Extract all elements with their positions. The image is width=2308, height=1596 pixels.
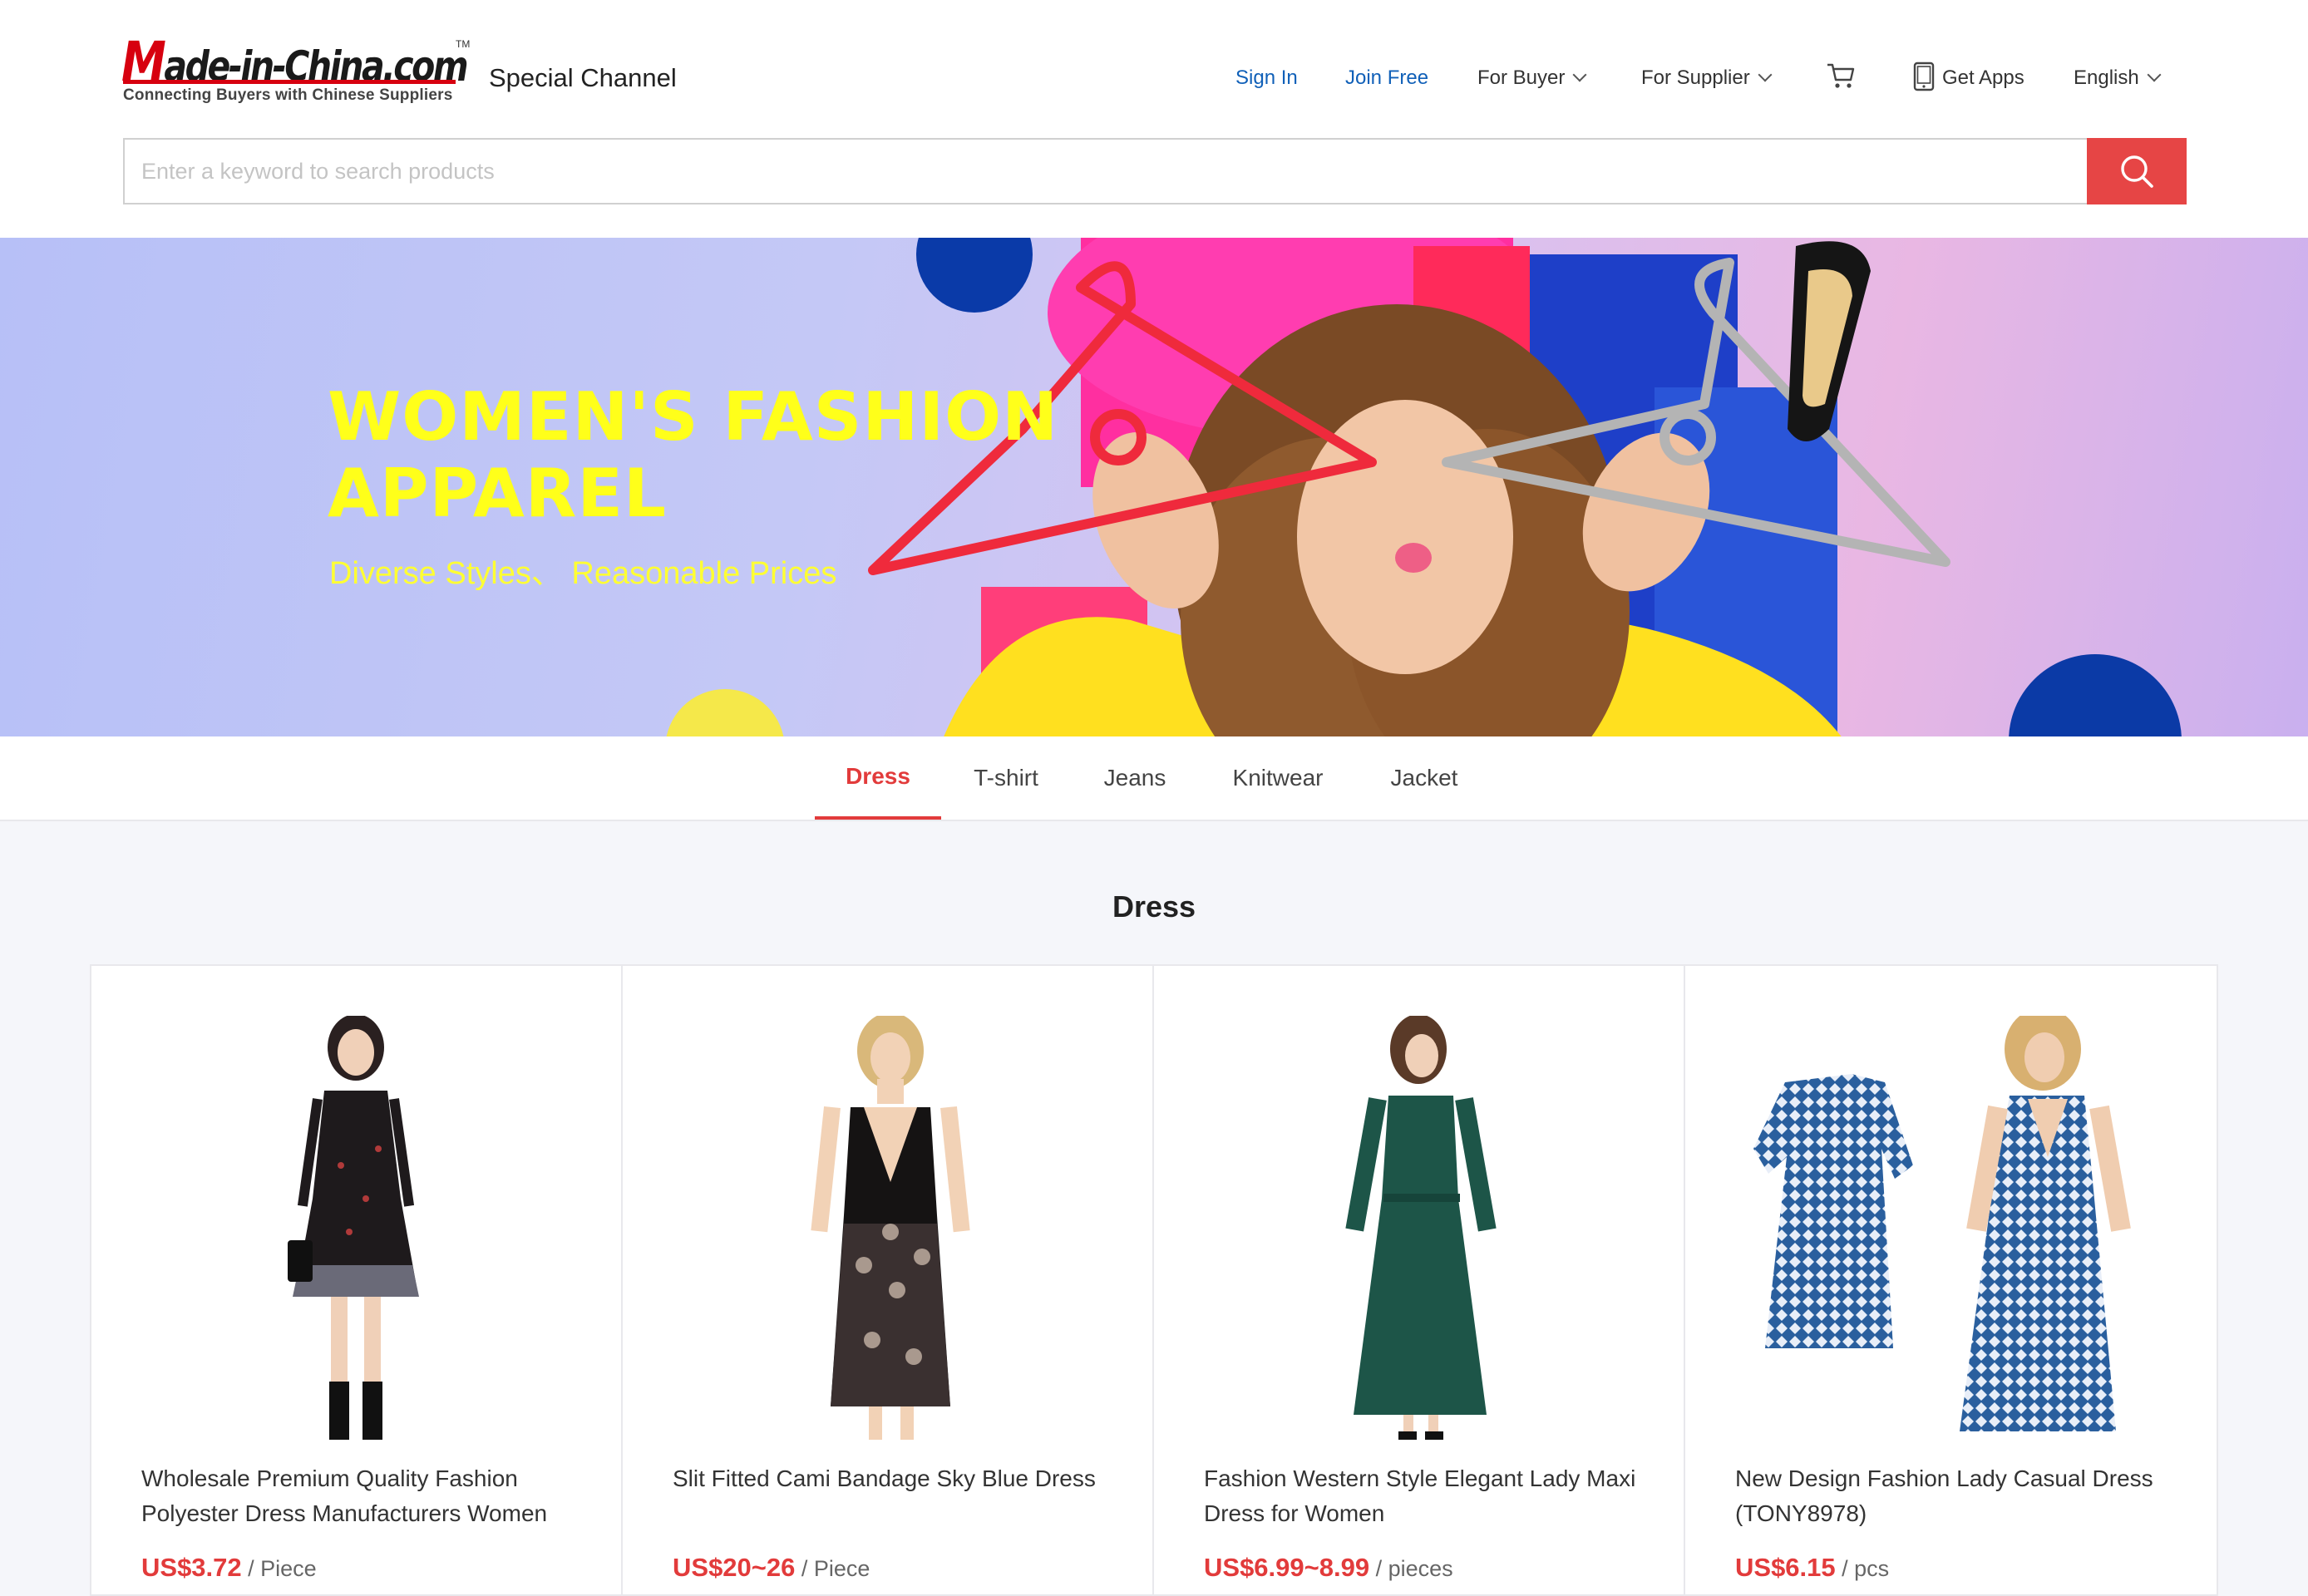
product-price-row: US$6.15 / pcs <box>1735 1553 1889 1583</box>
join-free-link[interactable]: Join Free <box>1345 63 1428 93</box>
product-image[interactable] <box>1204 1016 1636 1448</box>
for-buyer-label: For Buyer <box>1477 66 1566 89</box>
tab-jeans[interactable]: Jeans <box>1089 736 1181 820</box>
chevron-down-icon <box>1758 67 1773 82</box>
for-supplier-label: For Supplier <box>1641 66 1750 89</box>
tab-knitwear[interactable]: Knitwear <box>1219 736 1337 820</box>
language-label: English <box>2074 66 2139 89</box>
join-free-label: Join Free <box>1345 66 1429 89</box>
product-price-row: US$6.99~8.99 / pieces <box>1204 1553 1453 1583</box>
category-tabs: Dress T-shirt Jeans Knitwear Jacket <box>0 736 2308 821</box>
for-supplier-menu[interactable]: For Supplier <box>1641 63 1773 93</box>
product-unit: / pcs <box>1842 1556 1890 1581</box>
logo-wordmark: Made-in-China.com <box>121 30 469 94</box>
site-logo[interactable]: Made-in-China.com TM Connecting Buyers w… <box>121 30 474 110</box>
product-price-row: US$20~26 / Piece <box>673 1553 870 1583</box>
product-card[interactable]: Wholesale Premium Quality Fashion Polyes… <box>91 966 623 1594</box>
product-price: US$6.15 <box>1735 1553 1836 1582</box>
search-bar <box>123 138 2187 204</box>
mobile-phone-icon <box>1913 62 1935 91</box>
product-name[interactable]: Fashion Western Style Elegant Lady Maxi … <box>1204 1461 1653 1531</box>
product-unit: / pieces <box>1375 1556 1453 1581</box>
sign-in-link[interactable]: Sign In <box>1235 63 1298 93</box>
product-unit: / Piece <box>801 1556 870 1581</box>
product-name[interactable]: New Design Fashion Lady Casual Dress (TO… <box>1735 1461 2184 1531</box>
product-grid: Wholesale Premium Quality Fashion Polyes… <box>90 964 2218 1596</box>
banner-title-line1: WOMEN'S FASHION <box>328 378 1059 456</box>
product-name[interactable]: Wholesale Premium Quality Fashion Polyes… <box>141 1461 590 1531</box>
sign-in-label: Sign In <box>1235 66 1298 89</box>
product-unit: / Piece <box>248 1556 317 1581</box>
search-icon <box>2121 155 2153 188</box>
cart-icon[interactable] <box>1826 62 1856 90</box>
product-image[interactable] <box>1735 1016 2167 1448</box>
hero-banner[interactable]: WOMEN'S FASHION APPAREL Diverse Styles、 … <box>0 238 2308 736</box>
section-title: Dress <box>1112 889 1196 924</box>
product-card[interactable]: New Design Fashion Lady Casual Dress (TO… <box>1685 966 2217 1594</box>
logo-trademark: TM <box>456 38 471 50</box>
logo-underline <box>123 80 456 84</box>
get-apps-label: Get Apps <box>1942 66 2024 89</box>
tab-t-shirt[interactable]: T-shirt <box>956 736 1056 820</box>
chevron-down-icon <box>2147 67 2162 82</box>
product-price: US$3.72 <box>141 1553 242 1582</box>
for-buyer-menu[interactable]: For Buyer <box>1477 63 1587 93</box>
banner-title: WOMEN'S FASHION APPAREL <box>328 379 1058 532</box>
search-button[interactable] <box>2087 138 2187 204</box>
tab-jacket[interactable]: Jacket <box>1377 736 1472 820</box>
product-image[interactable] <box>673 1016 1105 1448</box>
site-header: Made-in-China.com TM Connecting Buyers w… <box>0 0 2308 238</box>
tab-dress[interactable]: Dress <box>815 736 941 820</box>
logo-tagline: Connecting Buyers with Chinese Suppliers <box>123 86 453 104</box>
banner-subtitle: Diverse Styles、 Reasonable Prices <box>329 556 837 591</box>
channel-title: Special Channel <box>489 63 677 92</box>
get-apps-link[interactable]: Get Apps <box>1942 63 2024 93</box>
product-price: US$6.99~8.99 <box>1204 1553 1370 1582</box>
product-price: US$20~26 <box>673 1553 796 1582</box>
product-name[interactable]: Slit Fitted Cami Bandage Sky Blue Dress <box>673 1461 1122 1496</box>
chevron-down-icon <box>1572 67 1587 82</box>
product-image[interactable] <box>141 1016 574 1448</box>
search-input[interactable] <box>141 140 2054 203</box>
banner-title-line2: APPAREL <box>328 455 667 532</box>
language-selector[interactable]: English <box>2074 63 2162 93</box>
product-price-row: US$3.72 / Piece <box>141 1553 317 1583</box>
product-card[interactable]: Fashion Western Style Elegant Lady Maxi … <box>1154 966 1685 1594</box>
product-card[interactable]: Slit Fitted Cami Bandage Sky Blue Dress … <box>623 966 1154 1594</box>
